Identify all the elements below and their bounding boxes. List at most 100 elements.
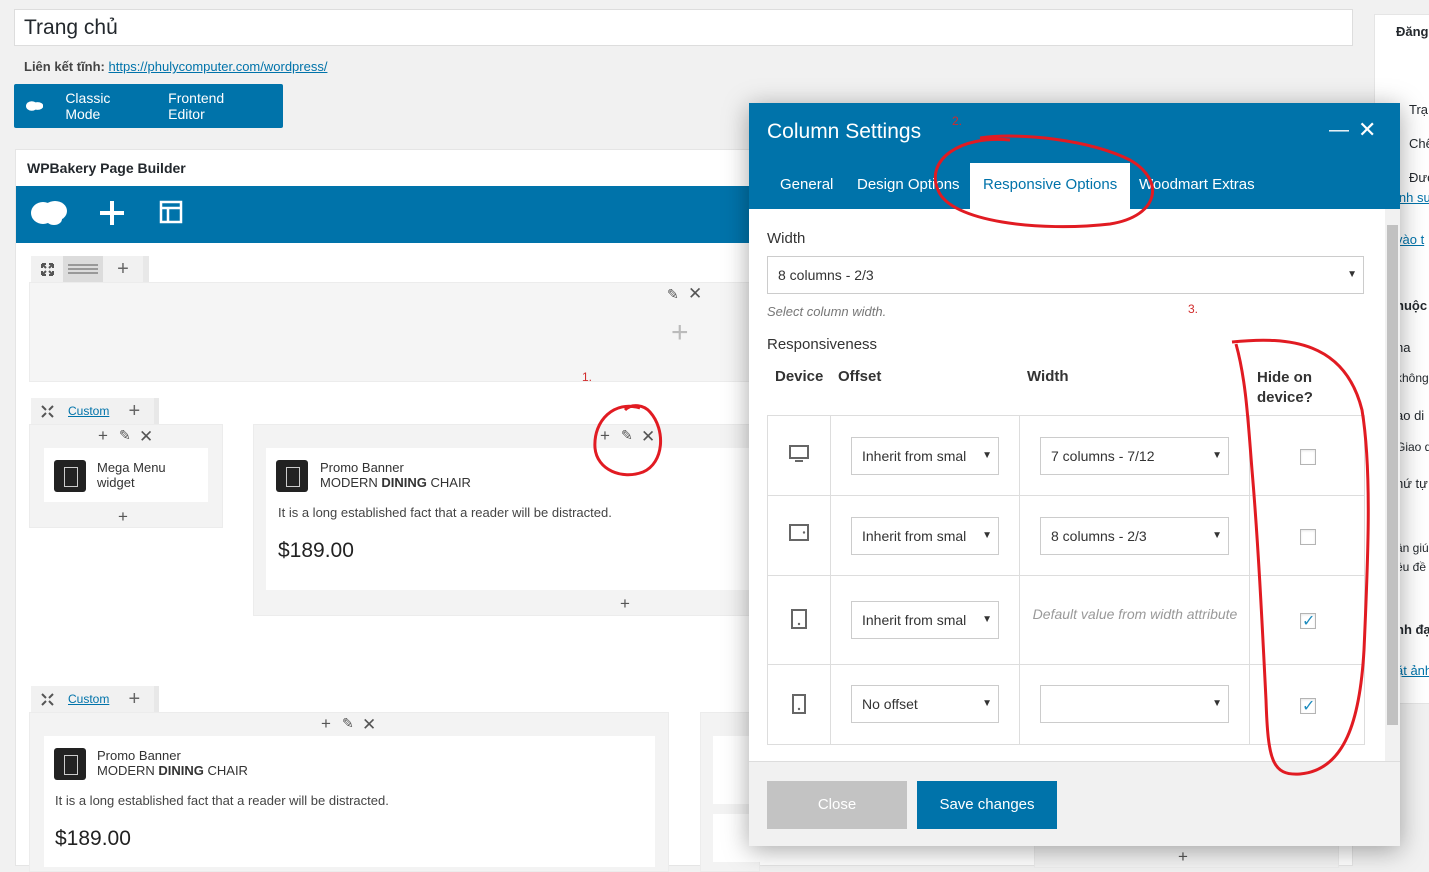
frontend-editor-button[interactable]: Frontend Editor [168,90,261,122]
promo-banner-widget[interactable]: Promo Banner MODERN DINING CHAIR It is a… [266,448,761,590]
expand-icon[interactable] [31,256,63,282]
modal-scrollbar[interactable] [1385,209,1400,761]
width-select[interactable]: ▼ [1040,685,1229,723]
add-column-icon[interactable]: + [114,398,155,424]
table-row: Inherit from smal ▼ 7 columns - 7/12 ▼ [768,416,1364,496]
permalink-link[interactable]: https://phulycomputer.com/wordpress/ [109,59,328,74]
tab-design-options[interactable]: Design Options [844,163,973,209]
custom-layout-link[interactable]: Custom [63,398,115,424]
classic-mode-button[interactable]: Classic Mode [65,90,146,122]
status-line: Trạ [1409,102,1429,117]
add-element-icon[interactable] [99,200,125,226]
width-select[interactable]: 7 columns - 7/12 ▼ [1040,437,1229,475]
close-icon[interactable]: ✕ [641,427,655,447]
close-button[interactable]: Close [767,781,907,829]
add-element-icon[interactable]: + [98,426,108,446]
close-icon[interactable]: ✕ [362,715,376,735]
add-element-icon[interactable]: + [321,714,331,734]
offset-select[interactable]: Inherit from smal ▼ [851,437,999,475]
header-offset: Offset [838,368,882,385]
visibility-line: Chế [1409,136,1429,151]
subtitle-part: MODERN [97,763,159,778]
hide-on-device-checkbox[interactable] [1300,696,1316,716]
annotation-number: 3. [1188,302,1199,316]
tab-woodmart-extras[interactable]: Woodmart Extras [1126,163,1268,209]
permalink-label: Liên kết tĩnh: [24,59,105,74]
select-value: Inherit from smal [862,528,967,544]
mega-menu-widget[interactable]: Mega Menu widget [44,448,208,502]
width-select[interactable]: 8 columns - 2/3 ▼ [1040,517,1229,555]
builder-title: WPBakery Page Builder [27,160,186,176]
row-controls: Custom + [31,398,159,424]
widget-icon [54,460,86,492]
widget-price: $189.00 [55,827,131,850]
subtitle-part: CHAIR [426,475,471,490]
close-icon[interactable]: ✕ [139,427,153,447]
save-changes-button[interactable]: Save changes [917,781,1057,829]
select-value: Inherit from smal [862,448,967,464]
add-element-icon[interactable]: + [1178,847,1188,867]
offset-select[interactable]: Inherit from smal ▼ [851,601,999,639]
help-line: ần giú [1396,541,1429,555]
column-settings-modal: Column Settings — ✕ General Design Optio… [749,103,1400,846]
header-device: Device [775,368,824,385]
tab-general[interactable]: General [767,163,846,209]
select-value: Inherit from smal [862,612,967,628]
select-value: 8 columns - 2/3 [1051,528,1147,544]
edit-icon[interactable]: ✎ [342,715,354,732]
modal-body: Width 8 columns - 2/3 ▼ Select column wid… [749,209,1385,761]
hide-on-device-checkbox[interactable] [1300,449,1316,465]
widget-icon [276,460,308,492]
edit-icon[interactable]: ✎ [119,427,131,444]
table-row: Inherit from smal ▼ Default value from wi… [768,576,1364,665]
edit-icon[interactable]: ✎ [667,286,679,303]
close-icon[interactable]: ✕ [688,284,702,304]
close-icon[interactable]: ✕ [1358,117,1376,143]
widget-price: $189.00 [278,539,354,562]
templates-icon[interactable] [159,200,183,224]
subtitle-part: MODERN [320,475,382,490]
modal-title: Column Settings [767,120,922,143]
widget-icon [54,748,86,780]
column-width-select[interactable]: 8 columns - 2/3 ▼ [767,256,1364,294]
hide-on-device-checkbox[interactable] [1300,529,1316,545]
add-column-icon[interactable]: + [103,256,143,282]
layout-icon[interactable] [63,256,103,282]
offset-select[interactable]: No offset ▼ [851,685,999,723]
add-element-icon[interactable]: + [118,507,128,527]
hide-on-device-checkbox[interactable] [1300,611,1316,631]
select-value: No offset [862,696,918,712]
edit-link[interactable]: ỉnh sư [1396,190,1429,205]
modal-footer: Close Save changes [749,761,1400,846]
edit-icon[interactable]: ✎ [621,427,633,444]
offset-select[interactable]: Inherit from smal ▼ [851,517,999,555]
wpbakery-logo-icon[interactable] [30,198,68,228]
set-thumbnail-link[interactable]: ặt ảnh [1396,663,1429,678]
tab-responsive-options[interactable]: Responsive Options [970,163,1131,209]
add-element-icon[interactable]: + [671,316,689,350]
attributes-title: huộc [1396,298,1428,313]
subtitle-part: CHAIR [203,763,248,778]
scrollbar-thumb[interactable] [1387,225,1398,725]
row-1-body [29,282,774,382]
dropdown-arrow-icon: ▼ [982,450,992,461]
custom-layout-link[interactable]: Custom [63,686,115,712]
dropdown-arrow-icon: ▼ [1212,698,1222,709]
responsive-table: Inherit from smal ▼ 7 columns - 7/12 ▼ Inh… [767,415,1365,745]
post-title-input[interactable]: Trang chủ [14,9,1353,46]
annotation-number: 1. [582,370,593,384]
add-column-icon[interactable]: + [114,686,155,712]
expand-icon[interactable] [31,686,63,712]
dropdown-arrow-icon: ▼ [1212,450,1222,461]
trash-link[interactable]: vào t [1396,232,1424,247]
widget-subtitle: widget [97,475,135,490]
minimize-icon[interactable]: — [1329,119,1349,142]
dropdown-arrow-icon: ▼ [1347,269,1357,280]
promo-banner-widget[interactable]: Promo Banner MODERN DINING CHAIR It is a… [44,736,655,867]
desktop-icon [789,445,809,462]
widget-title: Promo Banner [320,460,404,475]
add-element-icon[interactable]: + [600,426,610,446]
dropdown-arrow-icon: ▼ [982,614,992,625]
add-element-icon[interactable]: + [620,594,630,614]
expand-icon[interactable] [31,398,63,424]
